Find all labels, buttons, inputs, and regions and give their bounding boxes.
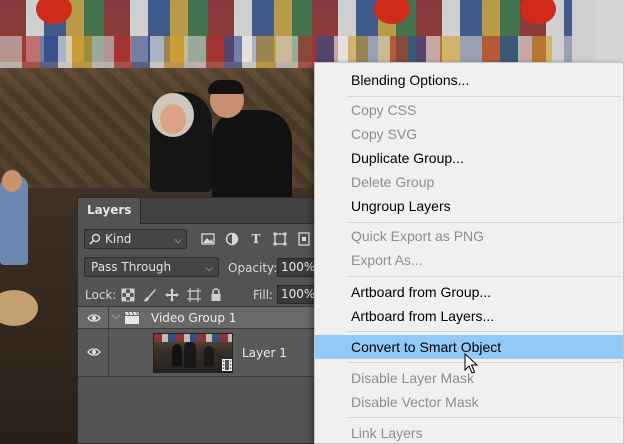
layer-thumbnail[interactable] (153, 333, 233, 373)
type-filter-icon[interactable]: T (248, 231, 264, 247)
opacity-label: Opacity: (228, 261, 278, 275)
blend-row: Pass Through ⌵ Opacity: 100% (78, 253, 336, 281)
menu-separator (347, 222, 621, 223)
blend-mode-value: Pass Through (91, 260, 172, 274)
lock-image-pixels-icon[interactable] (142, 287, 158, 303)
menu-separator (347, 96, 621, 97)
photo-person-cap (208, 80, 244, 94)
menu-item-link-layers: Link Layers (351, 425, 423, 441)
photo-child-head (2, 170, 22, 192)
eye-icon[interactable] (87, 347, 101, 357)
layers-panel: Layers Kind ⌵ T Pass Through ⌵ Opacity: … (77, 197, 337, 444)
search-icon (89, 233, 101, 245)
tab-layers[interactable]: Layers (78, 198, 142, 224)
panel-tabbar: Layers (78, 198, 336, 224)
layer-row-layer-1[interactable]: Layer 1 (78, 329, 336, 377)
layer-row-video-group[interactable]: ⌵ Video Group 1 (78, 306, 336, 329)
menu-separator (347, 276, 621, 277)
kind-filter-label: Kind (105, 232, 132, 246)
image-filter-icon[interactable] (200, 231, 216, 247)
menu-item-quick-export-png: Quick Export as PNG (351, 228, 485, 244)
lock-all-icon[interactable] (208, 287, 224, 303)
chevron-down-icon[interactable]: ⌵ (112, 309, 120, 323)
menu-item-ungroup-layers[interactable]: Ungroup Layers (315, 194, 623, 218)
photo-hat (0, 290, 38, 326)
filter-row: Kind ⌵ T (78, 225, 336, 253)
fill-label: Fill: (253, 288, 274, 302)
thumbnail-figure (184, 342, 196, 368)
lock-row: Lock: Fill: 100% (78, 281, 336, 309)
smart-object-filter-icon[interactable] (296, 231, 312, 247)
photo-person (212, 110, 292, 200)
mouse-cursor-icon (464, 353, 478, 374)
adjustment-filter-icon[interactable] (224, 231, 240, 247)
kind-filter-select[interactable]: Kind ⌵ (84, 229, 187, 249)
chevron-down-icon: ⌵ (205, 263, 213, 274)
visibility-divider (108, 307, 109, 328)
menu-item-copy-css: Copy CSS (351, 102, 417, 118)
menu-separator (347, 417, 621, 418)
layer-name: Video Group 1 (151, 311, 237, 325)
lock-transparent-pixels-icon[interactable] (120, 287, 136, 303)
thumbnail-figure (172, 344, 182, 366)
menu-item-delete-group: Delete Group (351, 174, 435, 190)
layer-name: Layer 1 (242, 346, 287, 360)
opacity-input[interactable]: 100% (277, 258, 317, 277)
menu-item-copy-svg: Copy SVG (351, 126, 418, 142)
menu-item-export-as: Export As... (351, 252, 423, 268)
menu-separator (347, 331, 621, 332)
visibility-divider (108, 329, 109, 376)
thumbnail-figure (204, 346, 214, 366)
blend-mode-select[interactable]: Pass Through ⌵ (84, 257, 219, 277)
context-menu: Blending Options... Copy CSS Copy SVG Du… (314, 62, 624, 444)
thumbnail-banner (154, 334, 232, 342)
lock-label: Lock: (85, 288, 117, 302)
menu-item-disable-vector-mask: Disable Vector Mask (351, 394, 479, 410)
lock-position-icon[interactable] (164, 287, 180, 303)
shape-filter-icon[interactable] (272, 231, 288, 247)
menu-item-artboard-from-group[interactable]: Artboard from Group... (315, 280, 623, 304)
menu-separator (347, 362, 621, 363)
film-strip-icon (222, 359, 232, 371)
video-clapper-icon (125, 311, 139, 324)
eye-icon[interactable] (87, 313, 101, 323)
photo-person-face (160, 104, 186, 134)
fill-input[interactable]: 100% (277, 285, 317, 304)
menu-item-blending-options[interactable]: Blending Options... (315, 68, 623, 92)
chevron-down-icon: ⌵ (174, 235, 182, 246)
menu-item-artboard-from-layers[interactable]: Artboard from Layers... (315, 304, 623, 328)
lock-artboard-icon[interactable] (186, 287, 202, 303)
menu-item-duplicate-group[interactable]: Duplicate Group... (315, 146, 623, 170)
